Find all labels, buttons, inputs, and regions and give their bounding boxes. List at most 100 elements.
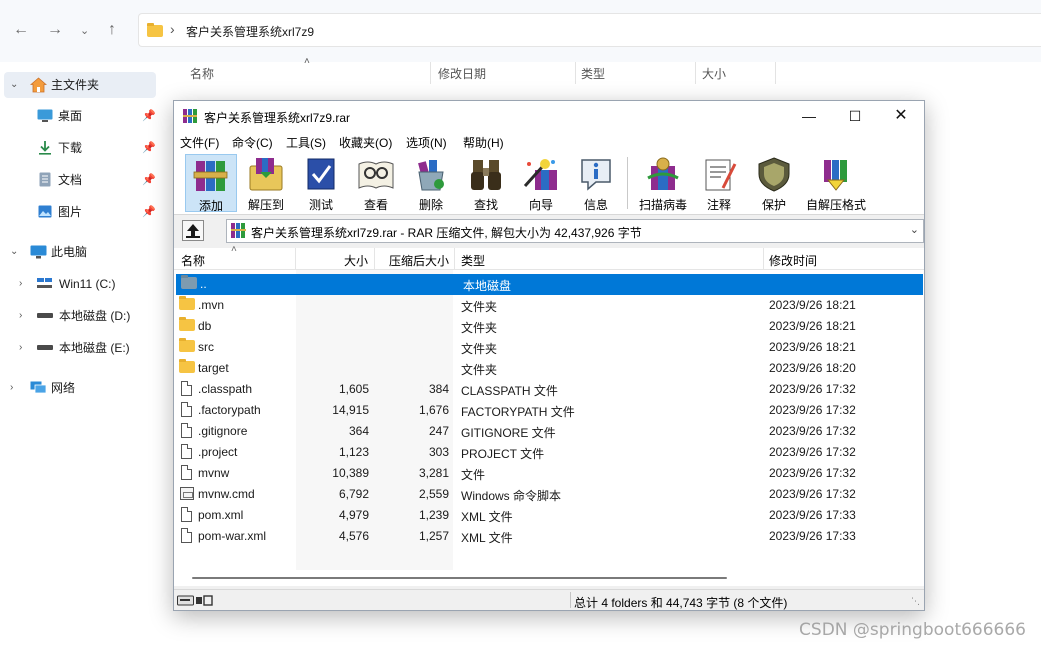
sidebar-item-pictures[interactable]: 图片 📌 xyxy=(0,199,158,225)
toolbar-extract-button[interactable]: 解压到 xyxy=(240,154,292,212)
sidebar-item-drive-d[interactable]: › 本地磁盘 (D:) xyxy=(0,303,158,329)
file-packed-size: 384 xyxy=(428,382,449,396)
sidebar-item-network[interactable]: › 网络 xyxy=(0,375,158,401)
scrollbar-thumb[interactable] xyxy=(192,577,727,579)
file-icon xyxy=(181,423,192,438)
menu-options[interactable]: 选项(N) xyxy=(406,134,447,151)
toolbar-comment-button[interactable]: 注释 xyxy=(693,154,745,212)
sidebar-item-this-pc[interactable]: ⌄ 此电脑 xyxy=(0,239,158,265)
maximize-button[interactable]: ☐ xyxy=(832,101,878,131)
explorer-col-name[interactable]: 名称 xyxy=(190,65,214,82)
drive-icon xyxy=(37,345,53,350)
sidebar-item-label: 主文件夹 xyxy=(51,78,100,92)
pin-icon[interactable]: 📌 xyxy=(142,103,156,129)
extract-folder-icon xyxy=(249,158,283,191)
column-divider[interactable] xyxy=(575,62,576,84)
toolbar-sfx-button[interactable]: 自解压格式 xyxy=(803,154,869,212)
back-arrow-icon[interactable]: ← xyxy=(13,21,29,39)
horizontal-scrollbar[interactable] xyxy=(174,570,924,586)
chevron-down-icon[interactable]: ⌄ xyxy=(10,72,18,98)
table-row[interactable]: .gitignore 364 247 GITIGNORE 文件 2023/9/26 17… xyxy=(174,421,924,442)
column-divider[interactable] xyxy=(454,248,455,270)
recent-chevron-icon[interactable]: ⌄ xyxy=(80,24,89,37)
file-icon xyxy=(181,507,192,522)
table-row[interactable]: target 文件夹 2023/9/26 18:20 xyxy=(174,358,924,379)
sidebar-item-downloads[interactable]: 下载 📌 xyxy=(0,135,158,161)
test-icon xyxy=(307,158,335,190)
sidebar-item-home[interactable]: ⌄ 主文件夹 xyxy=(4,72,156,98)
chevron-right-icon[interactable]: › xyxy=(19,271,22,297)
column-divider[interactable] xyxy=(295,248,296,270)
table-row[interactable]: .project 1,123 303 PROJECT 文件 2023/9/26 17:3… xyxy=(174,442,924,463)
up-arrow-icon[interactable]: ↑ xyxy=(108,21,116,39)
winrar-title-bar[interactable]: 客户关系管理系统xrl7z9.rar — ☐ ✕ xyxy=(174,101,924,131)
column-divider[interactable] xyxy=(695,62,696,84)
table-row[interactable]: .. 本地磁盘 xyxy=(176,274,923,295)
pin-icon[interactable]: 📌 xyxy=(142,167,156,193)
toolbar-view-button[interactable]: 查看 xyxy=(350,154,402,212)
file-size: 1,605 xyxy=(338,382,369,396)
table-row[interactable]: src 文件夹 2023/9/26 18:21 xyxy=(174,337,924,358)
resize-grip-icon[interactable]: ⋱ xyxy=(911,596,920,607)
file-icon xyxy=(181,381,192,396)
file-icon xyxy=(181,402,192,417)
winrar-app-icon xyxy=(183,109,197,123)
forward-arrow-icon[interactable]: → xyxy=(47,21,63,39)
chevron-right-icon[interactable]: › xyxy=(19,335,22,361)
table-row[interactable]: mvnw 10,389 3,281 文件 2023/9/26 17:32 xyxy=(174,463,924,484)
table-row[interactable]: .factorypath 14,915 1,676 FACTORYPATH 文件 202… xyxy=(174,400,924,421)
toolbar-test-button[interactable]: 测试 xyxy=(295,154,347,212)
column-divider[interactable] xyxy=(374,248,375,270)
chevron-down-icon[interactable]: ⌄ xyxy=(10,239,18,265)
col-size[interactable]: 大小 xyxy=(344,252,368,269)
toolbar-wizard-button[interactable]: 向导 xyxy=(515,154,567,212)
file-modified: 2023/9/26 17:32 xyxy=(769,424,856,438)
table-row[interactable]: .classpath 1,605 384 CLASSPATH 文件 2023/9/26 … xyxy=(174,379,924,400)
file-type: XML 文件 xyxy=(461,531,513,545)
drive-status-icon[interactable] xyxy=(177,594,213,607)
sidebar-item-drive-e[interactable]: › 本地磁盘 (E:) xyxy=(0,335,158,361)
toolbar-delete-button[interactable]: 删除 xyxy=(405,154,457,212)
menu-commands[interactable]: 命令(C) xyxy=(232,134,273,151)
col-type[interactable]: 类型 xyxy=(461,252,485,269)
explorer-col-modified[interactable]: 修改日期 xyxy=(438,65,486,82)
col-name[interactable]: 名称 xyxy=(181,252,205,269)
toolbar-add-button[interactable]: 添加 xyxy=(185,154,237,213)
menu-help[interactable]: 帮助(H) xyxy=(463,134,504,151)
column-divider[interactable] xyxy=(430,62,431,84)
explorer-col-type[interactable]: 类型 xyxy=(581,65,605,82)
toolbar-protect-button[interactable]: 保护 xyxy=(748,154,800,212)
archive-path-dropdown[interactable]: 客户关系管理系统xrl7z9.rar - RAR 压缩文件, 解包大小为 42,… xyxy=(226,219,924,243)
up-folder-button[interactable] xyxy=(182,220,204,241)
close-button[interactable]: ✕ xyxy=(878,101,924,131)
pin-icon[interactable]: 📌 xyxy=(142,135,156,161)
sidebar-item-drive-c[interactable]: › Win11 (C:) xyxy=(0,271,158,297)
column-divider[interactable] xyxy=(763,248,764,270)
chevron-down-icon[interactable]: ⌄ xyxy=(910,223,919,236)
table-row[interactable]: pom.xml 4,979 1,239 XML 文件 2023/9/26 17:33 xyxy=(174,505,924,526)
menu-tools[interactable]: 工具(S) xyxy=(286,134,326,151)
table-row[interactable]: pom-war.xml 4,576 1,257 XML 文件 2023/9/26 17:… xyxy=(174,526,924,547)
pin-icon[interactable]: 📌 xyxy=(142,199,156,225)
menu-file[interactable]: 文件(F) xyxy=(180,134,219,151)
toolbar-label: 保护 xyxy=(761,198,786,212)
explorer-col-size[interactable]: 大小 xyxy=(702,65,726,82)
toolbar-info-button[interactable]: 信息 xyxy=(570,154,622,212)
column-divider[interactable] xyxy=(775,62,776,84)
chevron-right-icon[interactable]: › xyxy=(19,303,22,329)
col-modified[interactable]: 修改时间 xyxy=(769,252,817,269)
toolbar-virus-scan-button[interactable]: 扫描病毒 xyxy=(635,154,691,212)
table-row[interactable]: db 文件夹 2023/9/26 18:21 xyxy=(174,316,924,337)
sidebar-item-documents[interactable]: 文档 📌 xyxy=(0,167,158,193)
menu-favorites[interactable]: 收藏夹(O) xyxy=(339,134,392,151)
file-modified: 2023/9/26 17:32 xyxy=(769,403,856,417)
chevron-right-icon[interactable]: › xyxy=(10,375,13,401)
col-packed-size[interactable]: 压缩后大小 xyxy=(389,252,449,269)
minimize-button[interactable]: — xyxy=(786,101,832,131)
table-row[interactable]: .mvn 文件夹 2023/9/26 18:21 xyxy=(174,295,924,316)
sort-up-icon: ˄ xyxy=(231,244,237,255)
sidebar-item-desktop[interactable]: 桌面 📌 xyxy=(0,103,158,129)
table-row[interactable]: mvnw.cmd 6,792 2,559 Windows 命令脚本 2023/9/26 … xyxy=(174,484,924,505)
explorer-address-bar[interactable]: › 客户关系管理系统xrl7z9 xyxy=(138,13,1041,47)
toolbar-find-button[interactable]: 查找 xyxy=(460,154,512,212)
